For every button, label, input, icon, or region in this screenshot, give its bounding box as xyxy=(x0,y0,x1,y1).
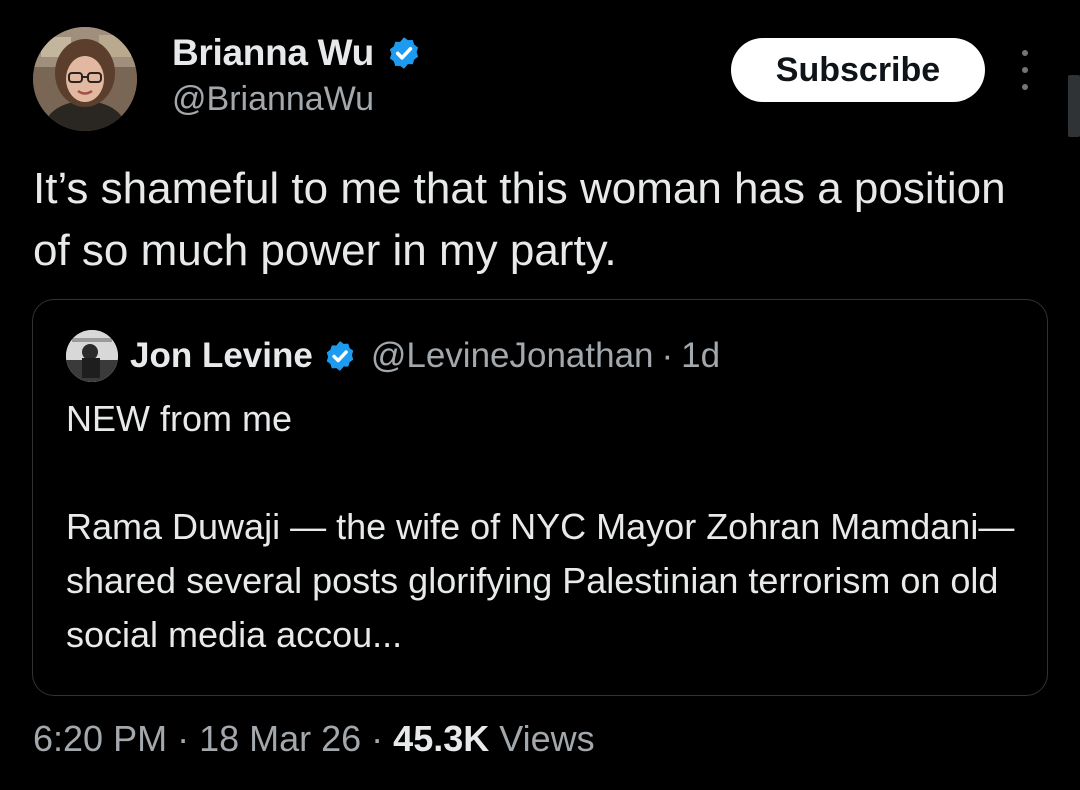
views-label[interactable]: Views xyxy=(499,718,594,760)
quoted-tweet-body: NEW from me Rama Duwaji — the wife of NY… xyxy=(66,392,1026,662)
quoted-tweet-line: NEW from me xyxy=(66,398,293,439)
verified-badge-icon xyxy=(323,339,357,373)
scrollbar[interactable] xyxy=(1068,75,1080,137)
quoted-author-avatar[interactable] xyxy=(66,330,118,382)
quoted-tweet-time[interactable]: 1d xyxy=(681,336,720,376)
views-count[interactable]: 45.3K xyxy=(393,718,489,760)
author-name-row: Brianna Wu xyxy=(172,30,422,76)
quoted-author-handle[interactable]: @LevineJonathan xyxy=(371,336,654,376)
tweet-meta: 6:20 PM · 18 Mar 26 · 45.3K Views xyxy=(33,718,595,760)
subscribe-button[interactable]: Subscribe xyxy=(731,38,985,102)
separator-dot: · xyxy=(661,336,674,375)
tweet-container: Brianna Wu @BriannaWu Subscribe It’s sha… xyxy=(0,0,1080,790)
quoted-tweet-line: Rama Duwaji — the wife of NYC Mayor Zohr… xyxy=(66,506,1015,655)
author-handle[interactable]: @BriannaWu xyxy=(172,80,374,119)
tweet-date[interactable]: 18 Mar 26 xyxy=(199,718,361,760)
quoted-tweet-card[interactable]: Jon Levine @LevineJonathan · 1d NEW from… xyxy=(32,299,1048,696)
separator-dot: · xyxy=(177,718,190,759)
author-name[interactable]: Brianna Wu xyxy=(172,32,374,74)
verified-badge-icon xyxy=(386,35,422,71)
tweet-text: It’s shameful to me that this woman has … xyxy=(33,164,1006,275)
author-avatar[interactable] xyxy=(33,27,137,131)
tweet-time[interactable]: 6:20 PM xyxy=(33,718,167,760)
quoted-tweet-header: Jon Levine @LevineJonathan · 1d xyxy=(66,330,720,382)
more-vertical-icon[interactable] xyxy=(1012,50,1038,90)
separator-dot: · xyxy=(371,718,384,759)
quoted-author-name[interactable]: Jon Levine xyxy=(130,336,313,376)
